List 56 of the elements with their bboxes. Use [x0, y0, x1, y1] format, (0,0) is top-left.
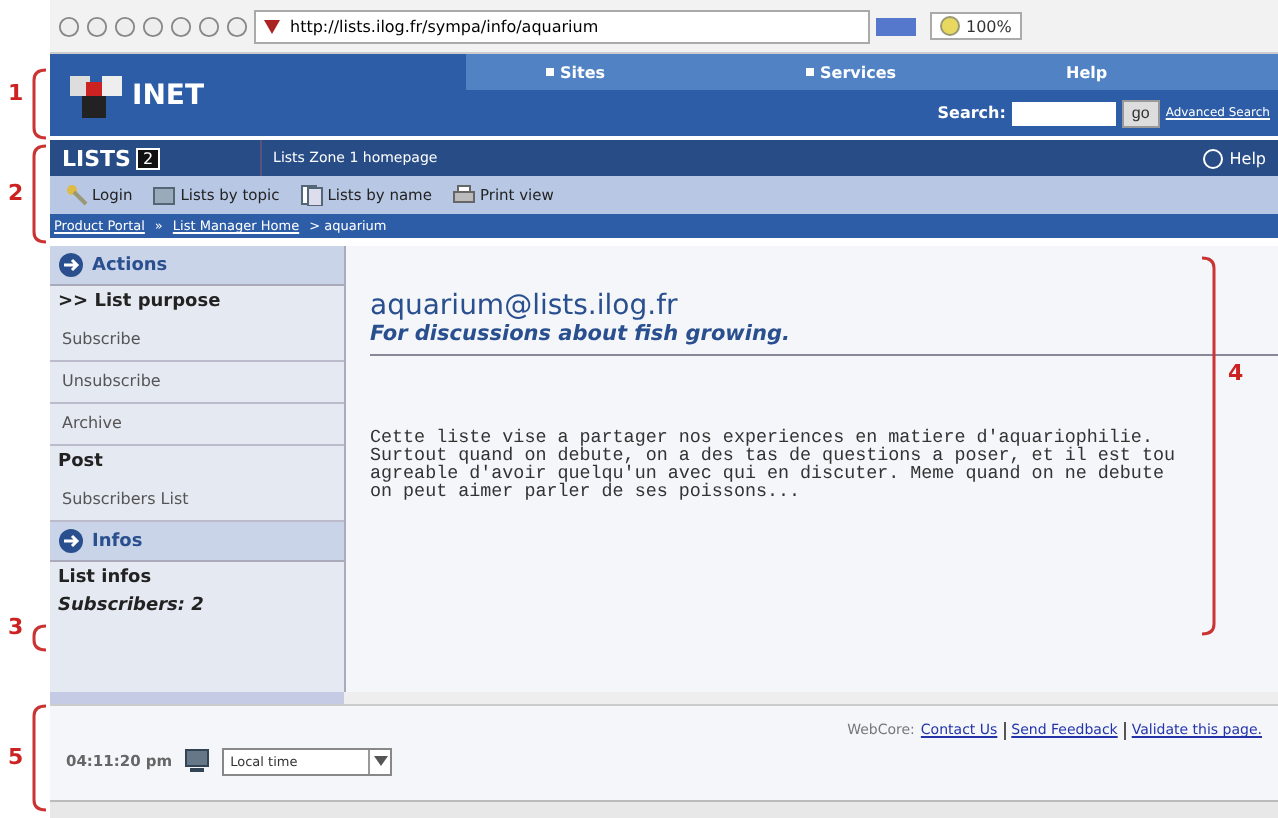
nav-button-icon[interactable] [114, 15, 136, 37]
computer-icon [184, 748, 211, 774]
rss-icon[interactable] [876, 17, 916, 35]
sidebar-heading: Post [56, 450, 105, 476]
annotation-number: 5 [8, 744, 24, 770]
document-icon [299, 184, 324, 206]
arrow-icon [58, 252, 84, 278]
body-text-line: Cette liste vise a partager nos experiences en matiere d'aquariophilie. [370, 428, 1153, 446]
cubes-icon [66, 71, 126, 119]
sidebar-item[interactable]: Unsubscribe [50, 362, 344, 404]
zoom-control[interactable]: 100% [930, 12, 1022, 40]
nav-link[interactable]: Help [1066, 63, 1226, 81]
annotation-number: 2 [8, 180, 24, 206]
caret-icon [373, 756, 388, 766]
key-icon [66, 184, 88, 206]
bullet-icon [546, 68, 554, 77]
nav-button-icon[interactable] [142, 15, 164, 37]
address-field[interactable]: http://lists.ilog.fr/sympa/info/aquarium [254, 9, 870, 43]
nav-link[interactable]: Sites [546, 63, 706, 81]
section-title: LISTS [62, 145, 131, 171]
sidebar-heading: >> List purpose [56, 290, 223, 316]
search-field[interactable] [1011, 101, 1116, 125]
nav-button-icon[interactable] [198, 15, 220, 37]
annotation-number: 3 [8, 614, 24, 640]
search-label: Search: [937, 104, 1006, 122]
nav-link[interactable]: Services [806, 63, 966, 81]
annotation-number: 1 [8, 80, 24, 106]
body-text-line: agreable d'avoir quelqu'un avec qui en discuter. Meme quand on ne debute [370, 464, 1166, 482]
arrow-icon [58, 528, 84, 554]
logo: INET [50, 54, 246, 136]
nav-button-icon[interactable] [226, 15, 248, 37]
sidebar-item[interactable]: Subscribe [50, 320, 344, 362]
horizontal-scrollbar[interactable] [50, 800, 1278, 818]
url-text: http://lists.ilog.fr/sympa/info/aquarium [290, 17, 599, 35]
printer-icon [451, 184, 476, 206]
body-text-line: on peut aimer parler de ses poissons... [370, 482, 803, 500]
go-button[interactable]: go [1121, 99, 1160, 127]
nav-button-icon[interactable] [58, 15, 80, 37]
sidebar-title: Actions [92, 255, 168, 275]
body-text-line: Surtout quand on debute, on a des tas de questions a poser, et il est tou [370, 446, 1177, 464]
count-badge: 2 [136, 147, 160, 169]
subscriber-count: Subscribers: 2 [56, 596, 206, 616]
folder-icon [152, 184, 177, 206]
site-icon [262, 16, 282, 36]
nav-button-icon[interactable] [170, 15, 192, 37]
list-description: For discussions about fish growing. [370, 322, 792, 346]
help-icon [1201, 147, 1224, 169]
bullet-icon [806, 68, 814, 77]
list-address: aquarium@lists.ilog.fr [370, 290, 680, 322]
annotation-number: 4 [1228, 360, 1244, 386]
face-icon [940, 16, 960, 36]
sidebar-heading: List infos [56, 566, 154, 592]
nav-button-icon[interactable] [86, 15, 108, 37]
sidebar-title: Infos [92, 531, 143, 551]
help-link[interactable]: Help [1201, 147, 1266, 169]
sidebar-item[interactable]: Archive [50, 404, 344, 446]
